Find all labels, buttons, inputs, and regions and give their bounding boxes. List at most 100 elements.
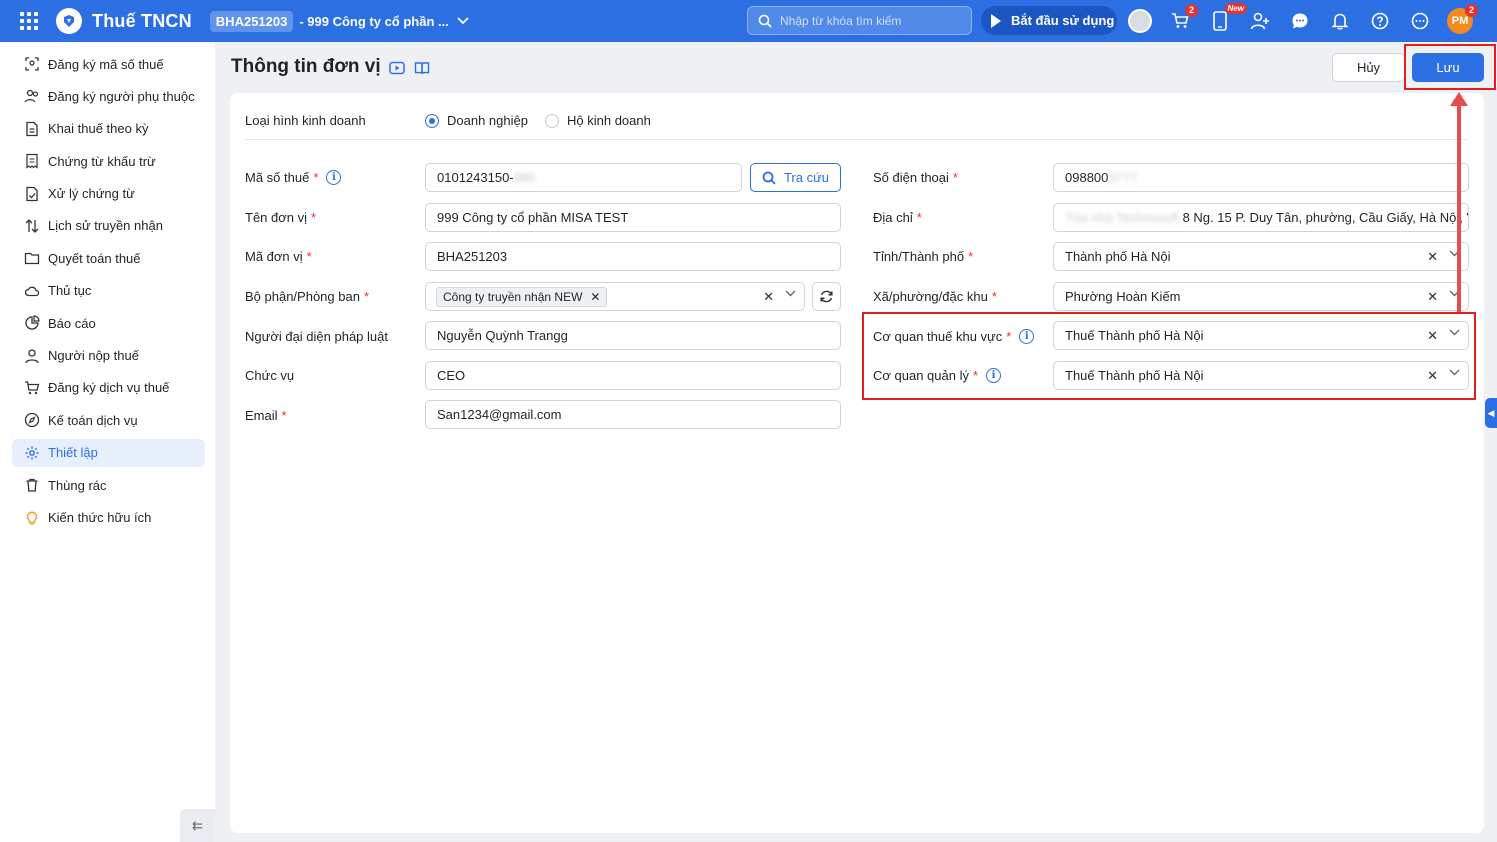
clear-icon[interactable]: ✕ bbox=[1427, 289, 1438, 305]
department-select[interactable]: Công ty truyền nhận NEW ✕ ✕ bbox=[425, 282, 805, 311]
new-badge: New bbox=[1224, 2, 1247, 14]
search-box[interactable] bbox=[747, 6, 972, 35]
province-label: Tỉnh/Thành phố * bbox=[873, 248, 974, 264]
app-title: Thuế TNCN bbox=[92, 10, 192, 31]
help-icon[interactable] bbox=[1367, 8, 1393, 34]
unit-name-field[interactable]: 999 Công ty cổ phần MISA TEST bbox=[425, 203, 841, 232]
sidebar-item[interactable]: Kiến thức hữu ích bbox=[12, 503, 205, 531]
document-check-icon bbox=[24, 186, 40, 202]
unit-code-label: Mã đơn vị * bbox=[245, 248, 312, 264]
radio-enterprise[interactable]: Doanh nghiệp bbox=[425, 113, 528, 128]
tax-code-label: Mã số thuế * i bbox=[245, 167, 342, 187]
sidebar-item-label: Thủ tục bbox=[48, 283, 92, 299]
sidebar-item[interactable]: Thủ tục bbox=[12, 277, 205, 305]
sidebar-item[interactable]: Báo cáo bbox=[12, 309, 205, 337]
sidebar-item-label: Người nộp thuế bbox=[48, 348, 139, 364]
chevron-left-icon[interactable]: ◀ bbox=[1485, 398, 1497, 428]
sidebar-item[interactable]: Thùng rác bbox=[12, 471, 205, 499]
radio-household-label: Hộ kinh doanh bbox=[567, 113, 651, 128]
app-grid-icon[interactable] bbox=[20, 12, 38, 30]
sidebar-item[interactable]: Lịch sử truyền nhận bbox=[12, 212, 205, 240]
legal-rep-label: Người đại diện pháp luật bbox=[245, 328, 388, 344]
collapse-sidebar-icon[interactable]: ⇇ bbox=[180, 809, 215, 842]
sidebar-item-label: Đăng ký dịch vụ thuế bbox=[48, 380, 170, 396]
folder-icon bbox=[24, 250, 40, 266]
info-icon[interactable]: i bbox=[326, 169, 342, 185]
radio-selected-icon bbox=[425, 113, 439, 128]
position-field[interactable]: CEO bbox=[425, 361, 841, 390]
unit-name-label: Tên đơn vị * bbox=[245, 209, 317, 225]
users-icon bbox=[24, 88, 40, 104]
cancel-button[interactable]: Hủy bbox=[1332, 53, 1405, 82]
sidebar-item-label: Thiết lập bbox=[48, 445, 98, 461]
assistant-avatar[interactable] bbox=[1127, 8, 1153, 34]
guide-book-icon[interactable] bbox=[414, 60, 430, 76]
email-field[interactable]: San1234@gmail.com bbox=[425, 400, 841, 429]
sidebar-item-label: Kế toán dịch vụ bbox=[48, 412, 138, 428]
legal-rep-field[interactable]: Nguyễn Quỳnh Trangg bbox=[425, 321, 841, 350]
divider bbox=[245, 139, 1469, 140]
sidebar-item-label: Lịch sử truyền nhận bbox=[48, 218, 163, 234]
radio-enterprise-label: Doanh nghiệp bbox=[447, 113, 528, 128]
top-bar: Thuế TNCN BHA251203 - 999 Công ty cổ phầ… bbox=[0, 0, 1497, 42]
page-title: Thông tin đơn vị bbox=[231, 56, 381, 77]
user-avatar[interactable]: PM 2 bbox=[1447, 3, 1478, 34]
phone-field[interactable]: 098800 0777 bbox=[1053, 163, 1469, 192]
highlight-save-box bbox=[1404, 44, 1496, 90]
sidebar-item[interactable]: Xử lý chứng từ bbox=[12, 180, 205, 208]
search-icon bbox=[758, 14, 772, 28]
email-label: Email * bbox=[245, 407, 287, 423]
sidebar-item[interactable]: Quyết toán thuế bbox=[12, 244, 205, 272]
sidebar-item[interactable]: Kế toán dịch vụ bbox=[12, 406, 205, 434]
sidebar: Đăng ký mã số thuế Đăng ký người phụ thuộ… bbox=[0, 42, 215, 842]
mobile-app-icon[interactable]: New bbox=[1207, 2, 1247, 34]
compass-icon bbox=[24, 412, 40, 428]
ward-label: Xã/phường/đặc khu * bbox=[873, 288, 997, 304]
sidebar-item[interactable]: Đăng ký người phụ thuộc bbox=[12, 82, 205, 110]
sidebar-item[interactable]: Khai thuế theo kỳ bbox=[12, 115, 205, 143]
lookup-label: Tra cứu bbox=[783, 170, 830, 185]
sidebar-item[interactable]: Đăng ký mã số thuế bbox=[12, 50, 205, 78]
remove-tag-icon[interactable]: ✕ bbox=[590, 290, 600, 304]
sidebar-item[interactable]: Người nộp thuế bbox=[12, 342, 205, 370]
video-icon[interactable] bbox=[389, 60, 405, 76]
sidebar-item-label: Đăng ký mã số thuế bbox=[48, 56, 164, 72]
more-icon[interactable] bbox=[1407, 8, 1433, 34]
department-label: Bộ phận/Phòng ban * bbox=[245, 288, 369, 304]
unit-code-badge[interactable]: BHA251203 bbox=[209, 10, 294, 32]
chevron-down-icon[interactable] bbox=[457, 14, 469, 28]
sidebar-item-label: Chứng từ khấu trừ bbox=[48, 153, 156, 169]
start-using-label: Bắt đầu sử dụng bbox=[1011, 13, 1115, 28]
receipt-icon bbox=[24, 153, 40, 169]
province-select[interactable]: Thành phố Hà Nội ✕ bbox=[1053, 242, 1469, 271]
sidebar-item[interactable]: Thiết lập bbox=[12, 438, 205, 467]
lightbulb-icon bbox=[24, 509, 40, 526]
cart-icon bbox=[24, 380, 40, 396]
sidebar-item-label: Báo cáo bbox=[48, 315, 96, 331]
clear-icon[interactable]: ✕ bbox=[763, 289, 774, 305]
sidebar-item[interactable]: Đăng ký dịch vụ thuế bbox=[12, 374, 205, 402]
unit-name[interactable]: - 999 Công ty cổ phần ... bbox=[299, 14, 449, 29]
lookup-button[interactable]: Tra cứu bbox=[750, 163, 841, 192]
tax-code-field[interactable]: 0101243150- 888 bbox=[425, 163, 742, 192]
radio-household[interactable]: Hộ kinh doanh bbox=[545, 113, 651, 128]
bell-icon[interactable] bbox=[1327, 8, 1353, 34]
unit-code-field[interactable]: BHA251203 bbox=[425, 242, 841, 271]
chat-icon[interactable] bbox=[1287, 8, 1313, 34]
search-input[interactable] bbox=[780, 13, 960, 28]
clear-icon[interactable]: ✕ bbox=[1427, 249, 1438, 265]
chevron-down-icon[interactable] bbox=[785, 288, 796, 300]
address-label: Địa chỉ * bbox=[873, 209, 922, 225]
cart-icon[interactable]: 2 bbox=[1167, 3, 1198, 34]
sidebar-item[interactable]: Chứng từ khấu trừ bbox=[12, 147, 205, 175]
add-user-icon[interactable] bbox=[1247, 8, 1273, 34]
user-icon bbox=[24, 348, 40, 364]
user-badge: 2 bbox=[1465, 3, 1478, 17]
address-field[interactable]: Tòa nhà Technosoft 8 Ng. 15 P. Duy Tân, … bbox=[1053, 203, 1469, 232]
annotation-arrow bbox=[1457, 104, 1461, 312]
app-logo bbox=[56, 8, 82, 34]
start-using-button[interactable]: Bắt đầu sử dụng bbox=[981, 6, 1117, 35]
refresh-icon[interactable] bbox=[812, 282, 841, 311]
ward-select[interactable]: Phường Hoàn Kiếm ✕ bbox=[1053, 282, 1469, 311]
pie-chart-icon bbox=[24, 315, 40, 331]
